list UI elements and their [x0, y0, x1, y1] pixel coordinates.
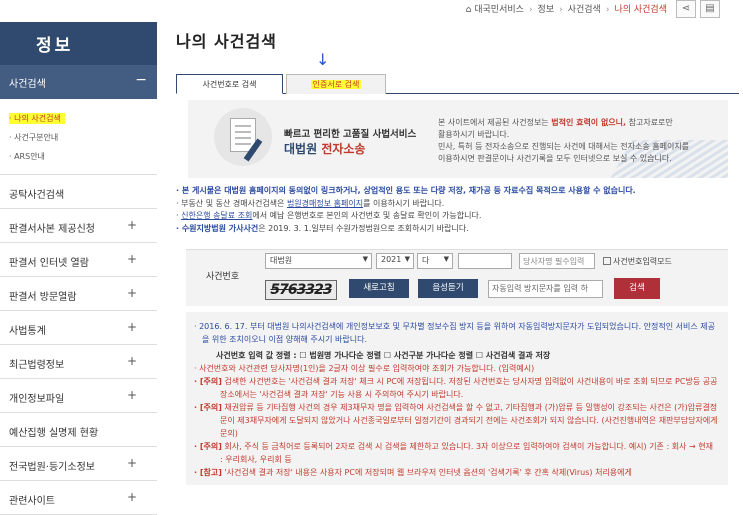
- plus-icon: +: [126, 286, 137, 300]
- print-icon: ▤: [705, 3, 715, 14]
- print-button[interactable]: ▤: [700, 0, 720, 18]
- info-item: · [주의] 회사, 주식 등 금칙어로 등록되어 2자로 검색 시 검색을 제…: [194, 442, 713, 464]
- info-item: · 2016. 6. 17. 부터 대법원 나의사건검색에 개인정보보호 및 무…: [194, 322, 715, 344]
- case-number-mode-checkbox[interactable]: 사건번호입력모드: [603, 256, 672, 267]
- info-item: · [주의] 채권압류 등 기타집행 사건의 경우 제3채무자 명을 입력하여 …: [194, 403, 718, 438]
- chevron-down-icon: ▼: [443, 255, 449, 263]
- arrow-down-icon: ↓: [316, 50, 330, 69]
- top-bar: ⌂ 대국민서비스 › 정보 › 사건검색 › 나의 사건검색 ⋖ ▤: [0, 0, 743, 22]
- tab-certificate-search[interactable]: 인증서로 검색: [286, 74, 386, 94]
- plus-icon: +: [126, 388, 137, 402]
- e-litigation-banner[interactable]: 빠르고 편리한 고품질 사법서비스 대법원 전자소송 본 사이트에서 제공된 사…: [188, 100, 728, 178]
- breadcrumb-level2[interactable]: 정보: [538, 5, 555, 15]
- info-item: · 사건번호와 사건관련 당사자명(1인)을 2글자 이상 필수로 입력하여야 …: [194, 364, 535, 373]
- page-title: 나의 사건검색: [176, 32, 277, 51]
- sidebar-submenu: · 나의 사건검색 · 사건구분안내 · ARS안내: [0, 99, 157, 175]
- captcha-input[interactable]: 자동입력 방지문자를 입력 하: [488, 280, 603, 298]
- sidebar-item[interactable]: 공탁사건검색: [0, 175, 157, 209]
- refresh-captcha-button[interactable]: 새로고침: [349, 279, 409, 298]
- sort-options: 사건번호 입력 값 정렬 : ☐ 법원명 가나다순 정렬 ☐ 사건구분 가나다순…: [216, 351, 551, 360]
- banner-brand: 대법원 전자소송: [284, 142, 366, 156]
- document-pen-icon: [214, 108, 272, 166]
- minus-icon: −: [135, 72, 147, 88]
- notice-item: · 수원지방법원 가사사건은 2019. 3. 1.일부터 수원가정법원으로 조…: [176, 223, 469, 233]
- breadcrumb-current: 나의 사건검색: [614, 5, 667, 15]
- info-item: · [주의] 검색한 사건번호는 '사건검색 결과 저장' 체크 시 PC에 저…: [194, 377, 718, 399]
- sidebar-item[interactable]: 판결서 방문열람 +: [0, 277, 157, 311]
- sidebar-item[interactable]: 판결서사본 제공신청 +: [0, 209, 157, 243]
- sidebar-item[interactable]: 전국법원·등기소정보 +: [0, 447, 157, 481]
- tab-case-number-search[interactable]: 사건번호로 검색: [176, 74, 283, 94]
- shinhan-fee-link[interactable]: 신한은행 송달료 조회: [181, 211, 252, 220]
- sidebar-item-case-search[interactable]: 사건검색 −: [0, 65, 157, 99]
- checkbox-box: [603, 257, 611, 265]
- captcha-image: 5763323: [265, 280, 337, 300]
- sidebar-item[interactable]: 개인정보파일 +: [0, 379, 157, 413]
- sort-checkboxes[interactable]: ☐ 법원명 가나다순 정렬 ☐ 사건구분 가나다순 정렬 ☐ 사건검색 결과 저…: [299, 351, 550, 360]
- sidebar-item-label: 사건검색: [9, 79, 46, 90]
- chevron-down-icon: ▼: [404, 255, 410, 263]
- chevron-down-icon: ▼: [362, 255, 368, 263]
- share-button[interactable]: ⋖: [676, 0, 696, 18]
- sidebar-item[interactable]: 판결서 인터넷 열람 +: [0, 243, 157, 277]
- case-number-label: 사건번호: [206, 272, 240, 282]
- case-number-input[interactable]: [458, 253, 512, 269]
- plus-icon: +: [126, 456, 137, 470]
- plus-icon: +: [126, 490, 137, 504]
- plus-icon: +: [126, 252, 137, 266]
- sidebar: 정보 사건검색 − · 나의 사건검색 · 사건구분안내 · ARS안내 공탁사…: [0, 22, 157, 515]
- breadcrumb-level3[interactable]: 사건검색: [568, 5, 601, 15]
- case-type-select[interactable]: 다 ▼: [417, 253, 453, 269]
- submenu-case-type-guide[interactable]: · 사건구분안내: [9, 128, 157, 147]
- plus-icon: +: [126, 354, 137, 368]
- year-select[interactable]: 2021 ▼: [376, 253, 414, 269]
- notice-item: · 신한은행 송달료 조회에서 예납 은행번호로 본인의 사건번호 및 송달료 …: [176, 211, 482, 220]
- plus-icon: +: [126, 218, 137, 232]
- banner-notice: 본 사이트에서 제공된 사건정보는 법적인 효력이 없으니, 참고자료로만 활용…: [438, 118, 690, 163]
- notice-item: · 본 게시물은 대법원 홈페이지의 동의없이 링크하거나, 상업적인 용도 또…: [176, 186, 636, 195]
- sidebar-item[interactable]: 사법통계 +: [0, 311, 157, 345]
- sidebar-item[interactable]: 관련사이트 +: [0, 481, 157, 515]
- breadcrumb: ⌂ 대국민서비스 › 정보 › 사건검색 › 나의 사건검색: [465, 5, 667, 15]
- submenu-my-case-search[interactable]: · 나의 사건검색: [9, 109, 157, 128]
- case-search-form: 사건번호 대법원 ▼ 2021 ▼ 다 ▼ 당사자명 필수입력 사건번호입력모드 57…: [186, 249, 728, 306]
- audio-captcha-button[interactable]: 음성듣기: [418, 279, 478, 298]
- auction-site-link[interactable]: 법원경매정보 홈페이지: [287, 199, 363, 208]
- banner-tagline: 빠르고 편리한 고품질 사법서비스: [284, 129, 417, 140]
- party-name-input[interactable]: 당사자명 필수입력: [519, 253, 595, 269]
- plus-icon: +: [126, 320, 137, 334]
- breadcrumb-home[interactable]: ⌂ 대국민서비스: [466, 5, 524, 15]
- sidebar-item[interactable]: 최근법령정보 +: [0, 345, 157, 379]
- info-item: · [참고] '사건검색 결과 저장' 내용은 사용자 PC에 저장되며 웹 브…: [194, 468, 632, 477]
- notice-list: · 본 게시물은 대법원 홈페이지의 동의없이 링크하거나, 상업적인 용도 또…: [176, 185, 739, 235]
- court-select[interactable]: 대법원 ▼: [265, 253, 372, 269]
- notice-item: · 부동산 및 동산 경매사건검색은 법원경매정보 홈페이지를 이용하시기 바랍…: [176, 198, 445, 208]
- sidebar-title: 정보: [0, 22, 157, 65]
- sidebar-item[interactable]: 예산집행 실명제 현황: [0, 413, 157, 447]
- submenu-ars-guide[interactable]: · ARS안내: [9, 147, 157, 166]
- tab-bar: 사건번호로 검색 인증서로 검색: [176, 74, 739, 94]
- info-panel: · 2016. 6. 17. 부터 대법원 나의사건검색에 개인정보보호 및 무…: [186, 312, 728, 485]
- share-icon: ⋖: [681, 3, 691, 14]
- search-button[interactable]: 검색: [614, 278, 660, 299]
